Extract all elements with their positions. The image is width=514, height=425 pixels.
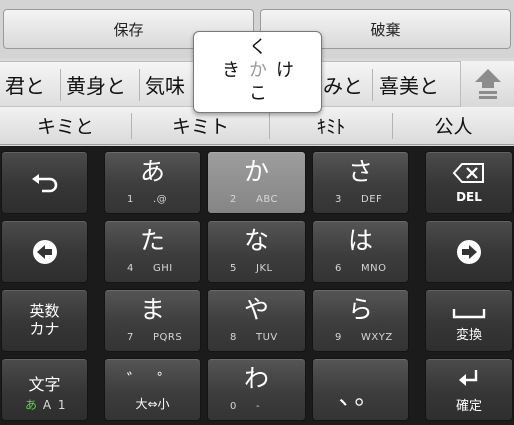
confirm-key-label: 確定: [455, 399, 482, 414]
kana-label: カナ: [29, 320, 60, 338]
undo-arrow-icon: [2, 152, 87, 213]
key-sub-chars: WXYZ: [361, 332, 393, 343]
space-icon: [426, 304, 512, 323]
convert-key[interactable]: 変換: [425, 289, 513, 352]
backspace-icon: [426, 162, 512, 188]
key-a[interactable]: あ 1 .@: [104, 151, 201, 214]
delete-key-label: DEL: [456, 190, 482, 204]
key-ya[interactable]: や 8 TUV: [207, 289, 306, 352]
key-sub-chars: TUV: [256, 332, 278, 343]
key-number: 7: [127, 332, 134, 343]
key-number: 2: [230, 194, 237, 205]
punctuation-key[interactable]: 、。: [312, 358, 409, 421]
key-ha[interactable]: は 6 MNO: [312, 220, 409, 283]
key-na[interactable]: な 5 JKL: [207, 220, 306, 283]
dakuten-marks: ゛ ゜: [126, 371, 179, 391]
input-mode-indicator: あ A 1: [25, 396, 66, 413]
flick-center-char: か: [249, 60, 267, 81]
key-sub-chars: DEF: [361, 194, 383, 205]
key-sub-chars: -: [256, 401, 261, 412]
key-ka[interactable]: か 2 ABC: [207, 151, 306, 214]
divider: [372, 69, 373, 101]
key-wa[interactable]: わ 0 -: [207, 358, 306, 421]
divider: [139, 69, 140, 101]
key-kana: は: [347, 226, 373, 255]
alnum-kana-toggle-key[interactable]: 英数 カナ: [1, 289, 88, 352]
enter-icon: [426, 368, 512, 394]
key-kana: ま: [139, 295, 165, 324]
flick-up-char: く: [249, 37, 267, 58]
punctuation-label: 、。: [338, 382, 383, 410]
key-sa[interactable]: さ 3 DEF: [312, 151, 409, 214]
key-number: 5: [230, 263, 237, 274]
key-ra[interactable]: ら 9 WXYZ: [312, 289, 409, 352]
key-number: 4: [127, 263, 134, 274]
key-sub-chars: JKL: [256, 263, 273, 274]
key-kana: わ: [243, 364, 269, 393]
candidate-scroll-button[interactable]: [460, 61, 514, 107]
flick-right-char: け: [276, 60, 294, 81]
key-sub-chars: .@: [153, 194, 168, 205]
flick-guide-popup: く き か け こ: [193, 31, 322, 113]
cursor-left-key[interactable]: [1, 220, 88, 283]
key-number: 6: [335, 263, 342, 274]
candidate-item[interactable]: 公人: [393, 107, 514, 144]
key-sub-chars: PQRS: [153, 332, 183, 343]
dakuten-key[interactable]: ゛ ゜ 大⇔小: [104, 358, 201, 421]
moji-label: 文字: [28, 375, 61, 394]
cursor-right-key[interactable]: [425, 220, 513, 283]
key-number: 3: [335, 194, 342, 205]
key-kana: た: [139, 226, 165, 255]
flick-down-char: こ: [249, 83, 267, 104]
candidate-item[interactable]: みと: [323, 62, 363, 106]
convert-key-label: 変換: [455, 328, 482, 343]
flick-keyboard: あ 1 .@ か 2 ABC さ 3 DEF DEL た 4 GHI な 5 J…: [0, 146, 514, 425]
key-number: 9: [335, 332, 342, 343]
key-kana: あ: [139, 157, 165, 186]
input-mode-key[interactable]: 文字 あ A 1: [1, 358, 88, 421]
right-arrow-icon: [426, 221, 512, 282]
key-kana: や: [243, 295, 269, 324]
candidate-item[interactable]: 黄身と: [66, 62, 126, 106]
mode-kana: あ: [25, 398, 38, 412]
key-sub-chars: ABC: [256, 194, 279, 205]
candidate-item[interactable]: 気味: [145, 62, 185, 106]
key-number: 8: [230, 332, 237, 343]
candidate-item[interactable]: 喜美と: [379, 62, 439, 106]
scroll-up-icon: [474, 69, 501, 99]
key-kana: さ: [347, 157, 373, 186]
divider: [60, 69, 61, 101]
key-kana: か: [243, 157, 269, 186]
left-arrow-icon: [2, 221, 87, 282]
key-number: 0: [230, 401, 237, 412]
mode-alpha: A: [42, 398, 52, 412]
flick-left-char: き: [222, 60, 240, 81]
key-sub-chars: MNO: [361, 263, 387, 274]
key-number: 1: [127, 194, 134, 205]
key-kana: な: [243, 226, 269, 255]
key-ta[interactable]: た 4 GHI: [104, 220, 201, 283]
mode-number: 1: [57, 398, 66, 412]
undo-key[interactable]: [1, 151, 88, 214]
delete-key[interactable]: DEL: [425, 151, 513, 214]
eisu-label: 英数: [29, 302, 60, 320]
candidate-item[interactable]: 君と: [5, 62, 45, 106]
candidate-item[interactable]: キミと: [0, 107, 131, 144]
key-ma[interactable]: ま 7 PQRS: [104, 289, 201, 352]
key-sub-chars: GHI: [153, 263, 173, 274]
confirm-key[interactable]: 確定: [425, 358, 513, 421]
key-kana: ら: [347, 295, 373, 324]
size-toggle-label: 大⇔小: [135, 397, 170, 411]
